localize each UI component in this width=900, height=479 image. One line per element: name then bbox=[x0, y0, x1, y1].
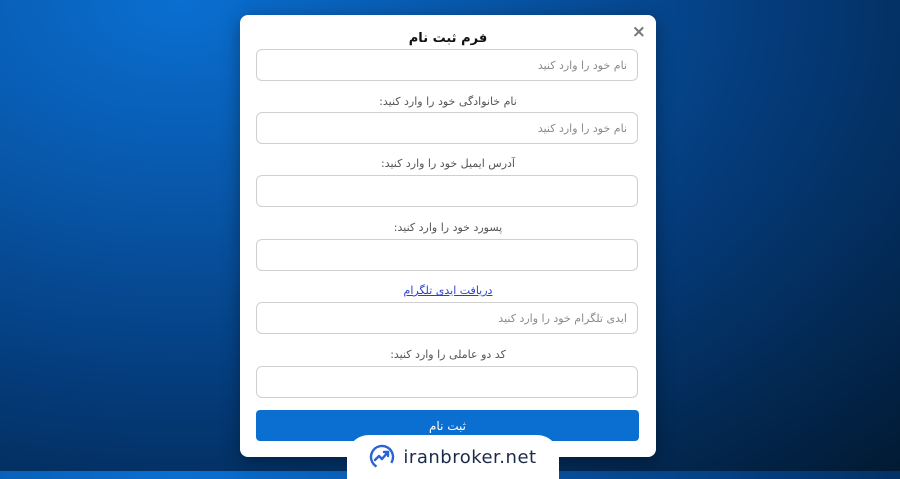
telegram-id-input[interactable] bbox=[256, 302, 638, 334]
modal-title: فرم ثبت نام bbox=[408, 31, 488, 46]
brand-badge: iranbroker.net bbox=[347, 435, 559, 479]
last-name-input[interactable] bbox=[256, 112, 638, 144]
get-telegram-id-link[interactable]: دریافت ایدی تلگرام bbox=[240, 284, 656, 297]
two-factor-input[interactable] bbox=[256, 366, 638, 398]
password-input[interactable] bbox=[256, 239, 638, 271]
brand-name: iranbroker.net bbox=[403, 446, 537, 468]
password-label: پسورد خود را وارد کنید: bbox=[393, 221, 503, 234]
email-input[interactable] bbox=[256, 175, 638, 207]
two-factor-label: کد دو عاملی را وارد کنید: bbox=[390, 348, 506, 361]
email-label: آدرس ایمیل خود را وارد کنید: bbox=[381, 157, 515, 170]
first-name-input[interactable] bbox=[256, 49, 638, 81]
registration-modal: × فرم ثبت نام نام خانوادگی خود را وارد ک… bbox=[240, 15, 656, 457]
last-name-label: نام خانوادگی خود را وارد کنید: bbox=[379, 95, 517, 108]
chart-trend-icon bbox=[370, 444, 395, 470]
